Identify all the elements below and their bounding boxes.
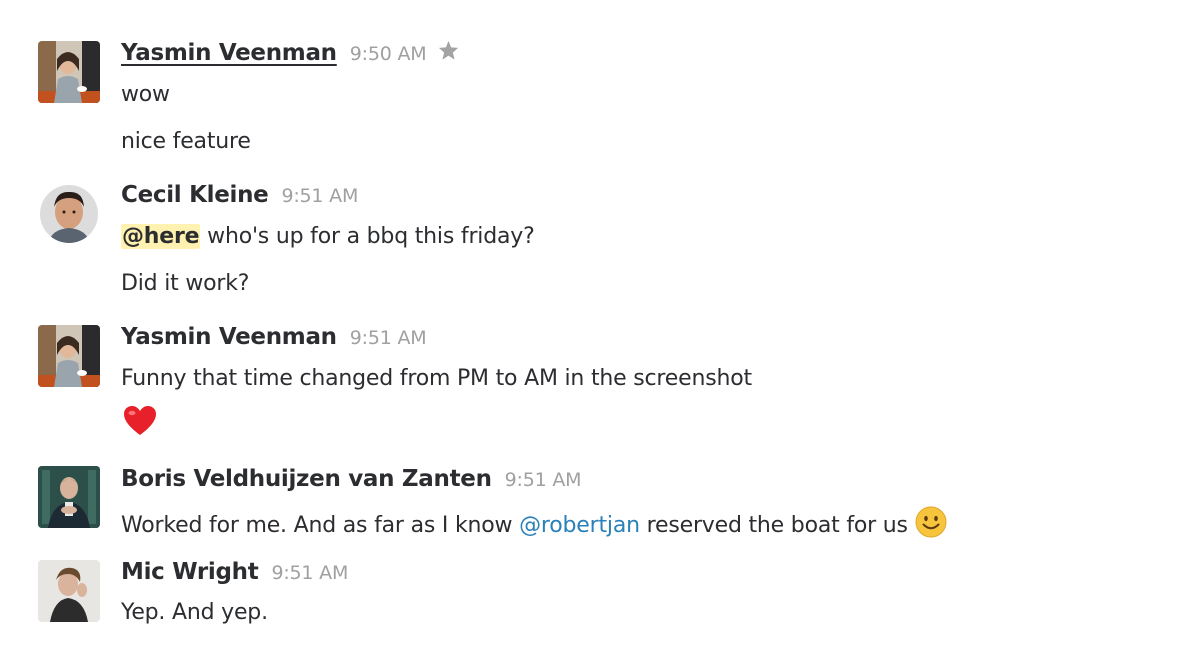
timestamp[interactable]: 9:51 AM bbox=[350, 327, 427, 349]
avatar-boris-image bbox=[38, 466, 100, 528]
avatar[interactable] bbox=[38, 41, 100, 103]
message-text: Funny that time changed from PM to AM in… bbox=[121, 366, 752, 391]
message-text: @here who's up for a bbq this friday? bbox=[121, 224, 535, 249]
message-text-part: Worked for me. And as far as I know bbox=[121, 513, 520, 538]
message-text: nice feature bbox=[121, 129, 251, 154]
message-emoji-line bbox=[123, 405, 157, 437]
message-text-rest: who's up for a bbq this friday? bbox=[200, 224, 535, 249]
timestamp[interactable]: 9:50 AM bbox=[350, 43, 427, 65]
avatar-yasmin-image bbox=[38, 325, 100, 387]
author-name[interactable]: Boris Veldhuijzen van Zanten bbox=[121, 466, 492, 492]
timestamp[interactable]: 9:51 AM bbox=[505, 469, 582, 491]
message-text: wow bbox=[121, 82, 170, 107]
avatar[interactable] bbox=[38, 560, 100, 622]
timestamp[interactable]: 9:51 AM bbox=[281, 185, 358, 207]
star-icon[interactable] bbox=[438, 40, 459, 65]
avatar-cecil-image bbox=[40, 185, 98, 243]
author-name[interactable]: Cecil Kleine bbox=[121, 182, 269, 208]
message-text: Did it work? bbox=[121, 271, 250, 296]
message-list: Yasmin Veenman 9:50 AM wow nice feature … bbox=[0, 0, 1200, 655]
author-name[interactable]: Yasmin Veenman bbox=[121, 40, 337, 66]
message-text: Worked for me. And as far as I know @rob… bbox=[121, 506, 947, 538]
user-mention[interactable]: @robertjan bbox=[519, 513, 640, 538]
avatar-yasmin-image bbox=[38, 41, 100, 103]
timestamp[interactable]: 9:51 AM bbox=[271, 562, 348, 584]
avatar-mic-image bbox=[38, 560, 100, 622]
smiley-emoji bbox=[915, 506, 947, 538]
heart-emoji bbox=[123, 406, 157, 437]
avatar[interactable] bbox=[38, 325, 100, 387]
message-text: Yep. And yep. bbox=[121, 600, 268, 625]
message-text-part: reserved the boat for us bbox=[639, 513, 915, 538]
avatar[interactable] bbox=[38, 466, 100, 528]
author-name[interactable]: Mic Wright bbox=[121, 559, 259, 585]
author-name[interactable]: Yasmin Veenman bbox=[121, 324, 337, 350]
here-mention[interactable]: @here bbox=[121, 224, 201, 249]
avatar[interactable] bbox=[40, 185, 98, 243]
